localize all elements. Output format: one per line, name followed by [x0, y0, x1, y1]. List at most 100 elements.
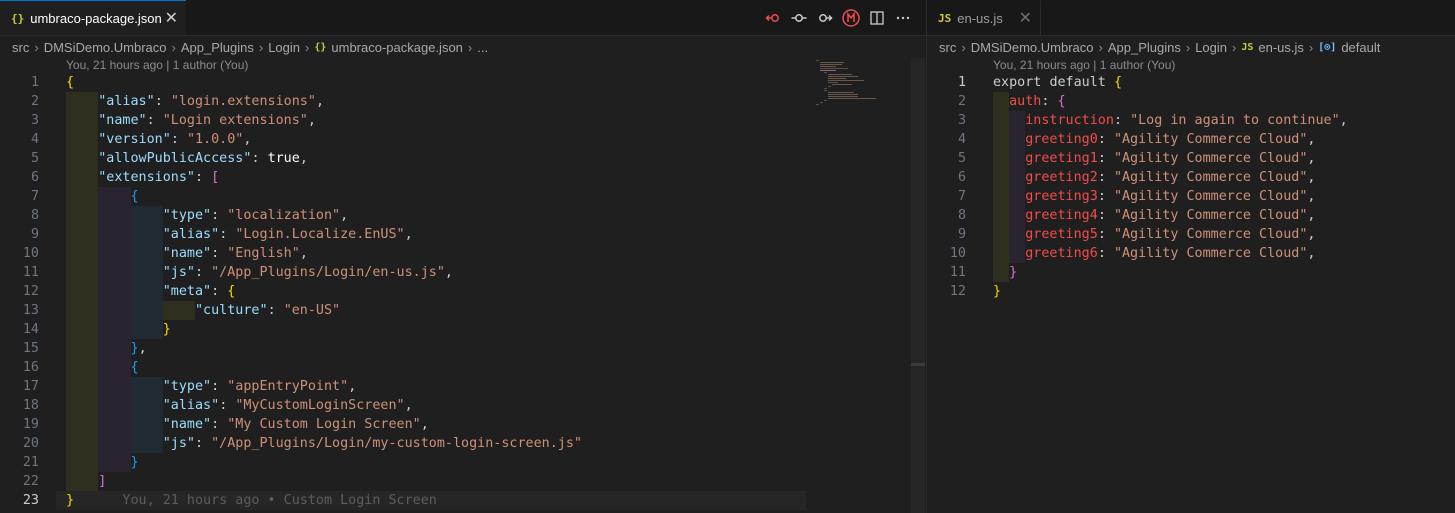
codelens-blame[interactable]: You, 21 hours ago | 1 author (You): [66, 58, 248, 72]
breadcrumb-item[interactable]: ...: [477, 40, 488, 55]
code-line[interactable]: 8 "type": "localization",: [0, 206, 926, 225]
code-text: greeting6: "Agility Commerce Cloud",: [1025, 246, 1316, 261]
code-text: }: [1009, 265, 1018, 280]
code-line[interactable]: 16 {: [0, 358, 926, 377]
close-icon[interactable]: ✕: [1019, 8, 1032, 28]
code-line[interactable]: 5 greeting1: "Agility Commerce Cloud",: [927, 149, 1455, 168]
line-number: 19: [22, 417, 39, 432]
code-line[interactable]: 23} You, 21 hours ago • Custom Login Scr…: [0, 491, 926, 510]
tab-en-us-js[interactable]: JS en-us.js ✕: [927, 0, 1041, 35]
code-line[interactable]: 4 "version": "1.0.0",: [0, 130, 926, 149]
git-compare-icon[interactable]: [764, 9, 782, 27]
code-text: }: [162, 322, 171, 337]
code-line[interactable]: 21 }: [0, 453, 926, 472]
code-text: }: [130, 455, 139, 470]
code-line[interactable]: 11 }: [927, 263, 1455, 282]
line-number: 1: [957, 75, 966, 90]
breadcrumb-item[interactable]: App_Plugins: [1108, 40, 1181, 55]
code-text: {: [66, 75, 75, 90]
code-editor-left[interactable]: 1{2 "alias": "login.extensions", 3 "name"…: [0, 73, 926, 510]
code-line[interactable]: 8 greeting4: "Agility Commerce Cloud",: [927, 206, 1455, 225]
line-number: 8: [30, 208, 39, 223]
line-number: 2: [30, 94, 39, 109]
code-line[interactable]: 9 "alias": "Login.Localize.EnUS",: [0, 225, 926, 244]
code-text: instruction: "Log in again to continue",: [1025, 113, 1348, 128]
code-text: {: [130, 189, 139, 204]
git-next-icon[interactable]: [816, 9, 834, 27]
code-text: },: [130, 341, 147, 356]
codelens-blame[interactable]: You, 21 hours ago | 1 author (You): [993, 58, 1175, 72]
code-line[interactable]: 19 "name": "My Custom Login Screen",: [0, 415, 926, 434]
line-number: 12: [22, 284, 39, 299]
code-text: greeting5: "Agility Commerce Cloud",: [1025, 227, 1316, 242]
line-number: 3: [957, 113, 966, 128]
breadcrumb: src › DMSiDemo.Umbraco › App_Plugins › Logi…: [927, 36, 1455, 58]
code-line[interactable]: 7 {: [0, 187, 926, 206]
breadcrumb-item[interactable]: en-us.js: [1258, 40, 1304, 55]
breadcrumb-item[interactable]: Login: [1195, 40, 1227, 55]
code-line[interactable]: 7 greeting3: "Agility Commerce Cloud",: [927, 187, 1455, 206]
breadcrumb-item[interactable]: umbraco-package.json: [331, 40, 463, 55]
code-line[interactable]: 12 "meta": {: [0, 282, 926, 301]
code-line[interactable]: 10 greeting6: "Agility Commerce Cloud",: [927, 244, 1455, 263]
close-icon[interactable]: ✕: [165, 8, 178, 28]
json-file-icon: {}: [314, 41, 327, 53]
code-line[interactable]: 1 export default {: [927, 73, 1455, 92]
code-line[interactable]: 3 instruction: "Log in again to continue…: [927, 111, 1455, 130]
code-line[interactable]: 13 "culture": "en-US": [0, 301, 926, 320]
line-number: 14: [22, 322, 39, 337]
editor-actions: [764, 0, 912, 35]
chevron-right-icon: ›: [467, 39, 473, 55]
tab-bar-right: JS en-us.js ✕: [927, 0, 1455, 36]
inline-blame[interactable]: You, 21 hours ago • Custom Login Screen: [74, 493, 436, 508]
code-line[interactable]: 20 "js": "/App_Plugins/Login/my-custom-l…: [0, 434, 926, 453]
source-control-icon[interactable]: [842, 8, 860, 27]
breadcrumb-item[interactable]: src: [12, 40, 29, 55]
code-line[interactable]: 11 "js": "/App_Plugins/Login/en-us.js",: [0, 263, 926, 282]
split-editor-icon[interactable]: [868, 9, 886, 27]
code-editor-right[interactable]: 1 export default {2 auth: {3 instruction:…: [927, 73, 1455, 301]
code-line[interactable]: 14 }: [0, 320, 926, 339]
breadcrumb-item[interactable]: DMSiDemo.Umbraco: [44, 40, 167, 55]
chevron-right-icon: ›: [1098, 39, 1103, 55]
line-number: 7: [957, 189, 966, 204]
code-line[interactable]: 12}: [927, 282, 1455, 301]
breadcrumb-item[interactable]: Login: [268, 40, 300, 55]
more-icon[interactable]: [894, 9, 912, 27]
code-line[interactable]: 1{: [0, 73, 926, 92]
line-number: 10: [22, 246, 39, 261]
code-line[interactable]: 4 greeting0: "Agility Commerce Cloud",: [927, 130, 1455, 149]
breadcrumb-item[interactable]: DMSiDemo.Umbraco: [971, 40, 1094, 55]
code-line[interactable]: 15 },: [0, 339, 926, 358]
line-number: 7: [30, 189, 39, 204]
breadcrumb-item[interactable]: src: [939, 40, 956, 55]
code-text: "type": "appEntryPoint",: [162, 379, 357, 394]
code-line[interactable]: 2 auth: {: [927, 92, 1455, 111]
code-text: ]: [98, 474, 107, 489]
code-line[interactable]: 6 greeting2: "Agility Commerce Cloud",: [927, 168, 1455, 187]
breadcrumb-item[interactable]: App_Plugins: [181, 40, 254, 55]
code-line[interactable]: 3 "name": "Login extensions",: [0, 111, 926, 130]
code-line[interactable]: 22 ]: [0, 472, 926, 491]
line-number: 13: [22, 303, 39, 318]
code-line[interactable]: 9 greeting5: "Agility Commerce Cloud",: [927, 225, 1455, 244]
line-number: 2: [957, 94, 966, 109]
json-file-icon: {}: [11, 11, 25, 25]
tab-label: en-us.js: [957, 10, 1003, 26]
chevron-right-icon: ›: [1185, 39, 1191, 55]
code-line[interactable]: 5 "allowPublicAccess": true,: [0, 149, 926, 168]
code-line[interactable]: 2 "alias": "login.extensions",: [0, 92, 926, 111]
code-text: greeting2: "Agility Commerce Cloud",: [1025, 170, 1316, 185]
code-line[interactable]: 10 "name": "English",: [0, 244, 926, 263]
git-commit-icon[interactable]: [790, 9, 808, 27]
line-number: 21: [22, 455, 39, 470]
code-line[interactable]: 17 "type": "appEntryPoint",: [0, 377, 926, 396]
breadcrumb-item[interactable]: default: [1341, 40, 1380, 55]
tab-label: umbraco-package.json: [30, 10, 162, 26]
editor-pane-left: {} umbraco-package.json ✕ src › DMSiDemo…: [0, 0, 926, 513]
code-text: "extensions": [: [98, 170, 220, 185]
breadcrumb: src › DMSiDemo.Umbraco › App_Plugins › Logi…: [0, 36, 926, 58]
tab-umbraco-package-json[interactable]: {} umbraco-package.json ✕: [0, 0, 186, 35]
code-line[interactable]: 18 "alias": "MyCustomLoginScreen",: [0, 396, 926, 415]
code-line[interactable]: 6 "extensions": [: [0, 168, 926, 187]
